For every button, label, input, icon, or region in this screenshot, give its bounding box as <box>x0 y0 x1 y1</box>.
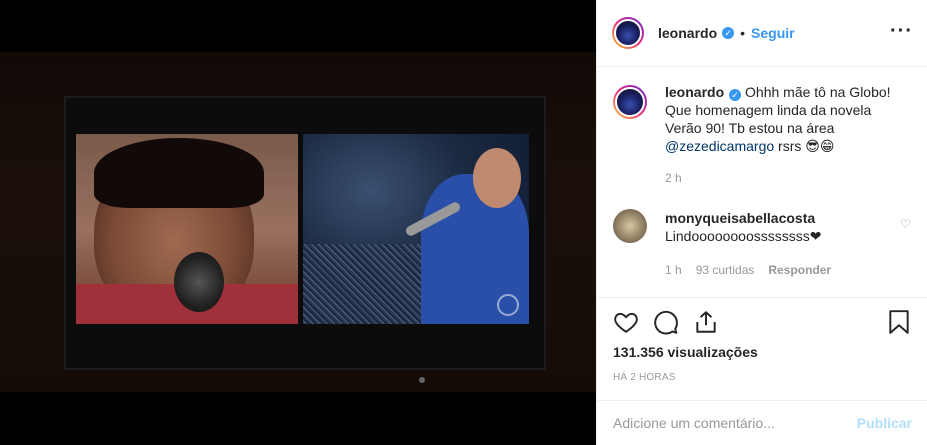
share-icon[interactable] <box>693 309 719 335</box>
caption-time[interactable]: 2 h <box>665 169 905 187</box>
tv-power-led <box>419 377 425 383</box>
comment-time[interactable]: 1 h <box>665 261 682 279</box>
comment-composer: Publicar <box>597 400 927 445</box>
comment-input[interactable] <box>613 415 857 431</box>
singer-hair <box>94 138 264 208</box>
caption-text-end: rsrs 😎😁 <box>774 138 835 154</box>
microphone <box>174 252 224 312</box>
caption-avatar[interactable] <box>613 85 647 119</box>
owner-avatar[interactable] <box>612 17 644 49</box>
separator: • <box>740 25 746 41</box>
caption-username[interactable]: leonardo <box>665 84 724 100</box>
post-header: leonardo ✓ • Seguir ··· <box>597 0 927 67</box>
caption-body: leonardo ✓ Ohhh mãe tô na Globo! Que home… <box>665 83 905 187</box>
post-side-panel: leonardo ✓ • Seguir ··· leonardo ✓ Ohhh m… <box>596 0 927 445</box>
owner-username[interactable]: leonardo <box>658 25 717 41</box>
comment-meta: 1 h 93 curtidas Responder <box>665 261 905 279</box>
owner-info: leonardo ✓ • Seguir <box>658 25 795 41</box>
tv-network-logo <box>497 294 519 316</box>
follow-button[interactable]: Seguir <box>751 25 795 41</box>
verified-badge-icon: ✓ <box>729 89 742 101</box>
bookmark-icon[interactable] <box>886 309 912 335</box>
performer-head <box>473 148 521 208</box>
comment-body: monyqueisabellacosta Lindoooooooosssssss… <box>665 209 905 279</box>
post-actions: 131.356 visualizações HÁ 2 HORAS <box>597 297 927 383</box>
comment-text: Lindoooooooossssssss❤ <box>665 228 822 244</box>
caption: leonardo ✓ Ohhh mãe tô na Globo! Que home… <box>613 83 911 187</box>
comment-item: monyqueisabellacosta Lindoooooooosssssss… <box>613 209 911 279</box>
verified-badge-icon: ✓ <box>722 27 735 39</box>
comment-likes[interactable]: 93 curtidas <box>696 261 755 279</box>
tv-screen-left <box>76 134 298 324</box>
comment-icon[interactable] <box>653 309 679 335</box>
post-timestamp[interactable]: HÁ 2 HORAS <box>613 372 912 383</box>
view-count[interactable]: 131.356 visualizações <box>613 344 912 360</box>
comment-like-icon[interactable]: ♡ <box>900 217 911 231</box>
more-options-icon[interactable]: ··· <box>890 20 913 43</box>
commenter-avatar[interactable] <box>613 209 647 243</box>
commenter-username[interactable]: monyqueisabellacosta <box>665 210 815 226</box>
tv-screen-right <box>303 134 529 324</box>
reply-button[interactable]: Responder <box>768 261 831 279</box>
mention-link[interactable]: @zezedicamargo <box>665 138 774 154</box>
comments-section: leonardo ✓ Ohhh mãe tô na Globo! Que home… <box>597 67 927 297</box>
publish-button[interactable]: Publicar <box>857 415 912 431</box>
post-video[interactable] <box>0 0 596 445</box>
heart-icon[interactable] <box>613 309 639 335</box>
action-icons <box>613 298 912 346</box>
